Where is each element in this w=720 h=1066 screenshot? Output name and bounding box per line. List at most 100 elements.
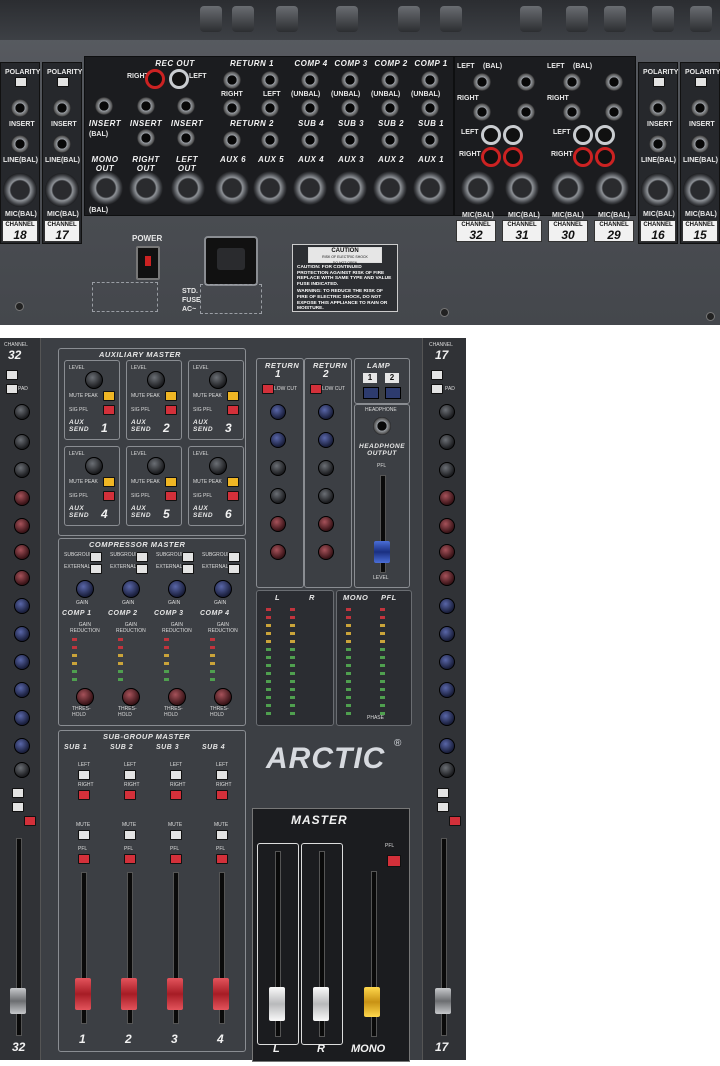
polarity-switch[interactable] [15, 77, 27, 87]
channel-fader[interactable] [10, 988, 26, 1014]
aux3-xlr[interactable] [333, 171, 367, 205]
aux-jack[interactable] [381, 131, 399, 149]
return-jack[interactable] [223, 71, 241, 89]
mic-xlr[interactable] [461, 171, 495, 205]
mic-xlr[interactable] [683, 173, 717, 207]
aux-send-level-knob[interactable] [85, 457, 103, 475]
aux6-knob[interactable] [439, 738, 455, 754]
aux4-xlr[interactable] [293, 171, 327, 205]
aux-send-mute-button[interactable] [227, 391, 239, 401]
aux-send-pfl-button[interactable] [227, 491, 239, 501]
lamp2-switch[interactable]: 2 [385, 373, 399, 383]
stereo-jack[interactable] [605, 103, 623, 121]
aux-jack[interactable] [301, 131, 319, 149]
low-eq-knob[interactable] [14, 570, 30, 586]
return-knob[interactable] [318, 516, 334, 532]
insert-jack[interactable] [177, 97, 195, 115]
sub-pfl-button[interactable] [124, 854, 136, 864]
subgroup-button[interactable] [136, 552, 148, 562]
aux-send-pfl-button[interactable] [103, 405, 115, 415]
pan-knob[interactable] [14, 762, 30, 778]
sub-mute-button[interactable] [124, 830, 136, 840]
line-jack[interactable] [11, 135, 29, 153]
insert-jack[interactable] [691, 99, 709, 117]
insert-jack[interactable] [53, 99, 71, 117]
stereo-jack[interactable] [563, 73, 581, 91]
aux3-knob[interactable] [439, 654, 455, 670]
master-l-fader[interactable] [269, 987, 285, 1021]
return-knob[interactable] [318, 460, 334, 476]
mono-pfl-button[interactable] [387, 855, 401, 867]
comp-jack[interactable] [301, 71, 319, 89]
return-knob[interactable] [270, 488, 286, 504]
aux4-knob[interactable] [14, 682, 30, 698]
subgroup-button[interactable] [182, 552, 194, 562]
aux2-knob[interactable] [14, 626, 30, 642]
return-low-cut-button[interactable] [262, 384, 274, 394]
sub-right-button[interactable] [170, 790, 182, 800]
sub-fader[interactable] [75, 978, 91, 1010]
sub-left-button[interactable] [170, 770, 182, 780]
comp-jack[interactable] [381, 71, 399, 89]
channel-fader[interactable] [435, 988, 451, 1014]
line-jack[interactable] [691, 135, 709, 153]
sub-right-button[interactable] [78, 790, 90, 800]
stereo-rca[interactable] [503, 125, 523, 145]
external-button[interactable] [136, 564, 148, 574]
return-knob[interactable] [270, 516, 286, 532]
sub-fader[interactable] [213, 978, 229, 1010]
sub-left-button[interactable] [216, 770, 228, 780]
threshold-knob[interactable] [168, 688, 186, 706]
comp-gain-knob[interactable] [76, 580, 94, 598]
aux-send-mute-button[interactable] [165, 391, 177, 401]
comp-gain-knob[interactable] [122, 580, 140, 598]
return-jack[interactable] [261, 71, 279, 89]
external-button[interactable] [90, 564, 102, 574]
insert-jack[interactable] [137, 97, 155, 115]
mute-button[interactable] [437, 802, 449, 812]
low-cut-knob[interactable] [439, 434, 455, 450]
subgroup-button[interactable] [228, 552, 240, 562]
stereo-jack[interactable] [473, 73, 491, 91]
headphone-level-fader[interactable] [374, 541, 390, 563]
aux-send-level-knob[interactable] [85, 371, 103, 389]
stereo-jack[interactable] [517, 73, 535, 91]
comp-gain-knob[interactable] [168, 580, 186, 598]
iec-power-inlet[interactable] [204, 236, 258, 286]
polarity-switch[interactable] [695, 77, 707, 87]
sub-left-button[interactable] [78, 770, 90, 780]
aux5-knob[interactable] [439, 710, 455, 726]
subgroup-button[interactable] [90, 552, 102, 562]
comp-jack[interactable] [421, 71, 439, 89]
power-switch[interactable] [136, 246, 160, 280]
sub-pfl-button[interactable] [216, 854, 228, 864]
aux-send-pfl-button[interactable] [103, 491, 115, 501]
stereo-rca[interactable] [595, 147, 615, 167]
return-knob[interactable] [270, 460, 286, 476]
aux-jack[interactable] [261, 131, 279, 149]
stereo-rca[interactable] [595, 125, 615, 145]
insert-jack[interactable] [649, 99, 667, 117]
aux1-knob[interactable] [439, 598, 455, 614]
aux-send-pfl-button[interactable] [165, 491, 177, 501]
aux3-knob[interactable] [14, 654, 30, 670]
return-knob[interactable] [270, 544, 286, 560]
mid-freq-knob[interactable] [14, 544, 30, 560]
mid-freq-knob[interactable] [439, 544, 455, 560]
mono-out-xlr[interactable] [89, 171, 123, 205]
line-gain-knob[interactable] [439, 462, 455, 478]
aux-send-level-knob[interactable] [209, 371, 227, 389]
mic-xlr[interactable] [641, 173, 675, 207]
sub-jack[interactable] [421, 99, 439, 117]
pan-knob[interactable] [439, 762, 455, 778]
threshold-knob[interactable] [214, 688, 232, 706]
aux-send-level-knob[interactable] [209, 457, 227, 475]
aux-send-mute-button[interactable] [103, 391, 115, 401]
pad-button[interactable] [6, 384, 18, 394]
comp-jack[interactable] [341, 71, 359, 89]
stereo-rca[interactable] [481, 147, 501, 167]
mid-eq-knob[interactable] [14, 518, 30, 534]
mic-xlr[interactable] [505, 171, 539, 205]
right-out-xlr[interactable] [129, 171, 163, 205]
mic-xlr[interactable] [45, 173, 79, 207]
